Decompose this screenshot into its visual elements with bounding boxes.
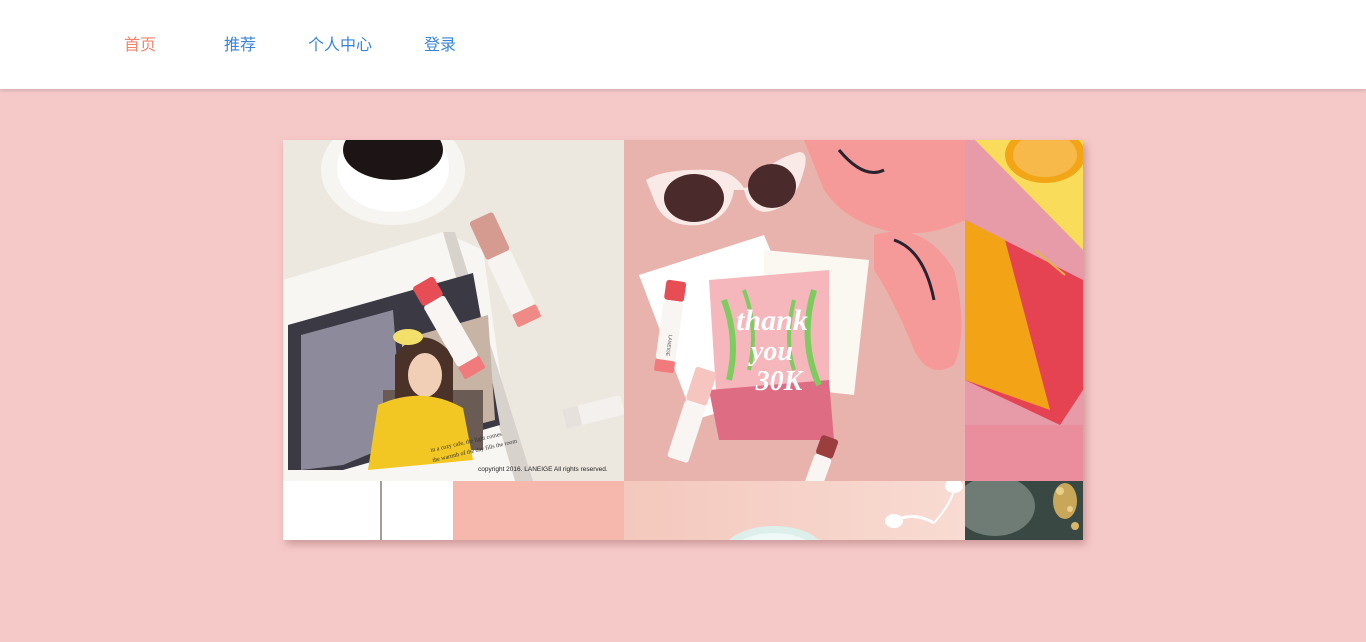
- card-text-thank: thank: [736, 304, 808, 337]
- nav-login-link[interactable]: 登录: [424, 34, 456, 56]
- gallery-image-dark-jewelry[interactable]: [965, 481, 1083, 540]
- gallery-image-headphones[interactable]: [624, 481, 965, 540]
- top-navigation-bar: 首页 推荐 个人中心 登录: [0, 0, 1366, 89]
- magazine-copyright: copyright 2016. LANEIGE All rights reser…: [478, 466, 608, 473]
- card-text-30k: 30K: [755, 366, 805, 397]
- pouch-photo: [965, 140, 1083, 481]
- magazine-photo: in a cozy cafe, the light comes the warm…: [283, 140, 624, 481]
- white-blank-photo: [283, 481, 453, 540]
- gallery-image-thank-you[interactable]: thank you 30K LANEIGE: [624, 140, 965, 481]
- gallery-image-white-blank[interactable]: [283, 481, 453, 540]
- headphones-photo: [624, 481, 965, 540]
- card-text-you: you: [748, 336, 793, 367]
- gallery-image-magazine[interactable]: in a cozy cafe, the light comes the warm…: [283, 140, 624, 481]
- nav-recommend-link[interactable]: 推荐: [224, 34, 256, 56]
- thank-you-photo: thank you 30K LANEIGE: [624, 140, 965, 481]
- nav-home-link[interactable]: 首页: [124, 34, 156, 56]
- nav-profile-link[interactable]: 个人中心: [308, 34, 372, 56]
- gallery-image-peach-solid[interactable]: [453, 481, 624, 540]
- dark-jewelry-photo: [965, 481, 1083, 540]
- gallery-image-pouch[interactable]: [965, 140, 1083, 481]
- photo-gallery: in a cozy cafe, the light comes the warm…: [283, 140, 1083, 540]
